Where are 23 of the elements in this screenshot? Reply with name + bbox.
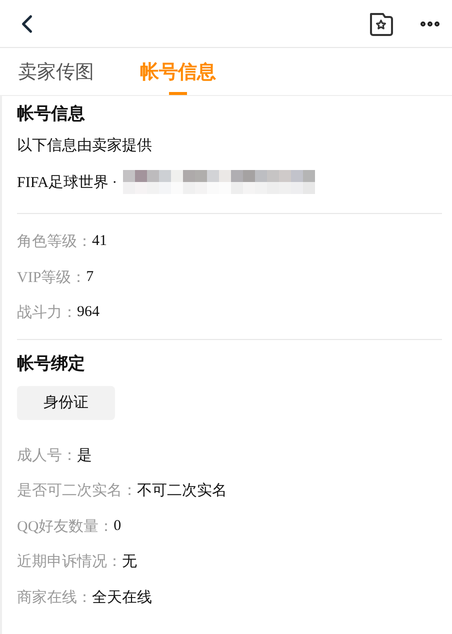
- binding-tag: 身份证: [17, 386, 115, 420]
- field-value: 无: [122, 553, 137, 572]
- field-value: 不可二次实名: [137, 482, 227, 500]
- seller-note: 以下信息由卖家提供: [17, 136, 153, 156]
- field-label: 成人号：: [17, 446, 77, 465]
- section-heading: 帐号信息: [17, 103, 86, 126]
- tab[interactable]: 卖家传图: [18, 48, 94, 95]
- field-label: 战斗力：: [17, 304, 77, 322]
- field-value: 是: [77, 446, 92, 465]
- field-value: 41: [92, 233, 107, 250]
- field-label: VIP等级：: [17, 268, 86, 287]
- game-name: FIFA足球世界 ·: [17, 174, 118, 192]
- field-label: 是否可二次实名：: [17, 482, 137, 500]
- field-value: 0: [114, 518, 122, 535]
- field-value: 7: [86, 268, 94, 286]
- field-label: QQ好友数量：: [17, 518, 114, 536]
- field-value: 全天在线: [92, 588, 152, 607]
- section-heading: 帐号绑定: [17, 352, 86, 376]
- field-label: 角色等级：: [17, 232, 92, 252]
- field-value: 964: [77, 304, 100, 322]
- star-folder-icon[interactable]: [368, 10, 394, 36]
- field-label: 商家在线：: [17, 588, 92, 607]
- field-label: 近期申诉情况：: [17, 552, 122, 572]
